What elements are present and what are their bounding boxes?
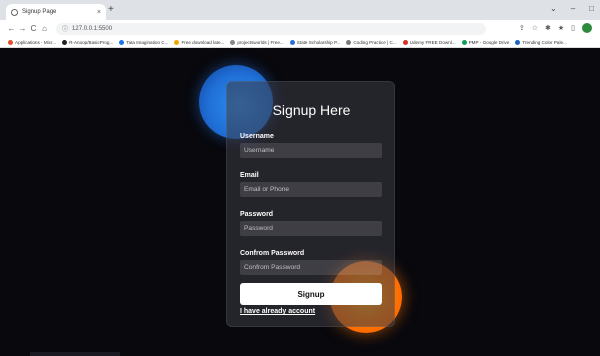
bookmark-label: Free download late... [181, 39, 225, 45]
star-icon[interactable]: ☆ [532, 24, 538, 32]
site-info-icon[interactable]: ⓘ [62, 24, 68, 33]
back-button[interactable]: ← [6, 24, 17, 33]
sidebar-icon[interactable]: ▯ [571, 24, 575, 32]
close-tab-icon[interactable]: × [97, 9, 101, 16]
bookmark-favicon-icon [402, 39, 408, 45]
bookmark-label: Trending Color Pale... [522, 39, 567, 45]
bookmark-label: PMP - Google Drive [468, 39, 510, 45]
bookmark-item[interactable]: Free download late... [174, 39, 225, 45]
profile-icon[interactable] [582, 23, 592, 33]
username-label: Username [240, 133, 274, 140]
email-label: Email [240, 172, 259, 179]
username-input[interactable] [240, 143, 382, 158]
bookmark-favicon-icon [230, 39, 236, 45]
address-bar[interactable]: ⓘ 127.0.0.1:5500 [56, 22, 486, 35]
window-controls: ⌄ – □ [550, 4, 594, 13]
bookmark-favicon-icon [174, 39, 180, 45]
bookmark-item[interactable]: Udemy FREE Downl... [402, 39, 456, 45]
share-icon[interactable]: ⇪ [519, 24, 525, 32]
bookmark-label: Coding Practice | C... [353, 39, 397, 45]
maximize-button[interactable]: □ [589, 4, 594, 13]
reload-button[interactable]: C [28, 24, 39, 33]
bookmark-favicon-icon [62, 39, 68, 45]
bookmark-label: Applications - Micr... [15, 39, 57, 45]
minimize-button[interactable]: – [571, 4, 575, 13]
new-tab-button[interactable]: + [108, 4, 114, 16]
scrollbar-edge [30, 352, 120, 356]
bookmark-item[interactable]: State Scholarship P... [289, 39, 341, 45]
home-button[interactable]: ⌂ [39, 24, 50, 33]
email-input[interactable] [240, 182, 382, 197]
bookmark-favicon-icon [346, 39, 352, 45]
pin-icon[interactable]: ★ [558, 24, 564, 32]
bookmark-item[interactable]: R-Anoop/BasicProg... [62, 39, 114, 45]
toolbar-icons: ⇪ ☆ ✱ ★ ▯ [519, 23, 592, 33]
tab-strip: Signup Page × + ⌄ – □ [0, 0, 600, 20]
bookmark-item[interactable]: Trending Color Pale... [515, 39, 567, 45]
browser-toolbar: ← → C ⌂ ⓘ 127.0.0.1:5500 ⇪ ☆ ✱ ★ ▯ [0, 20, 600, 37]
url-text: 127.0.0.1:5500 [72, 25, 113, 32]
bookmark-item[interactable]: Applications - Micr... [8, 39, 57, 45]
password-label: Password [240, 211, 274, 218]
bookmark-item[interactable]: Tata Imagination C... [119, 39, 169, 45]
signup-button[interactable]: Signup [240, 283, 382, 305]
browser-window: Signup Page × + ⌄ – □ ← → C ⌂ ⓘ 127.0.0.… [0, 0, 600, 356]
bookmark-favicon-icon [461, 39, 467, 45]
bookmark-item[interactable]: PMP - Google Drive [461, 39, 510, 45]
globe-icon [11, 8, 18, 16]
tab-title: Signup Page [22, 9, 57, 15]
signup-page: Signup Here Username Email Password Conf… [0, 48, 600, 356]
bookmark-favicon-icon [515, 39, 521, 45]
form-title: Signup Here [272, 102, 351, 118]
tab-search-icon[interactable]: ⌄ [550, 4, 557, 13]
bookmark-label: projectsworlds | Free... [237, 39, 284, 45]
forward-button[interactable]: → [17, 24, 28, 33]
bookmark-label: Tata Imagination C... [126, 39, 169, 45]
bookmark-label: State Scholarship P... [296, 39, 341, 45]
tab-signup-page[interactable]: Signup Page × [6, 4, 106, 20]
password-input[interactable] [240, 221, 382, 236]
bookmark-item[interactable]: Coding Practice | C... [346, 39, 397, 45]
bookmark-favicon-icon [8, 39, 13, 45]
bookmark-favicon-icon [289, 39, 295, 45]
bookmark-label: R-Anoop/BasicProg... [69, 39, 114, 45]
bookmarks-bar: Applications - Micr... R-Anoop/BasicProg.… [0, 37, 600, 48]
extensions-icon[interactable]: ✱ [545, 24, 551, 32]
signup-card: Signup Here Username Email Password Conf… [226, 81, 395, 327]
confirm-password-input[interactable] [240, 260, 382, 275]
bookmark-label: Udemy FREE Downl... [409, 39, 456, 45]
login-link[interactable]: I have already account [240, 308, 315, 315]
bookmark-favicon-icon [119, 39, 125, 45]
bookmark-item[interactable]: projectsworlds | Free... [230, 39, 284, 45]
confirm-password-label: Confrom Password [240, 250, 305, 257]
